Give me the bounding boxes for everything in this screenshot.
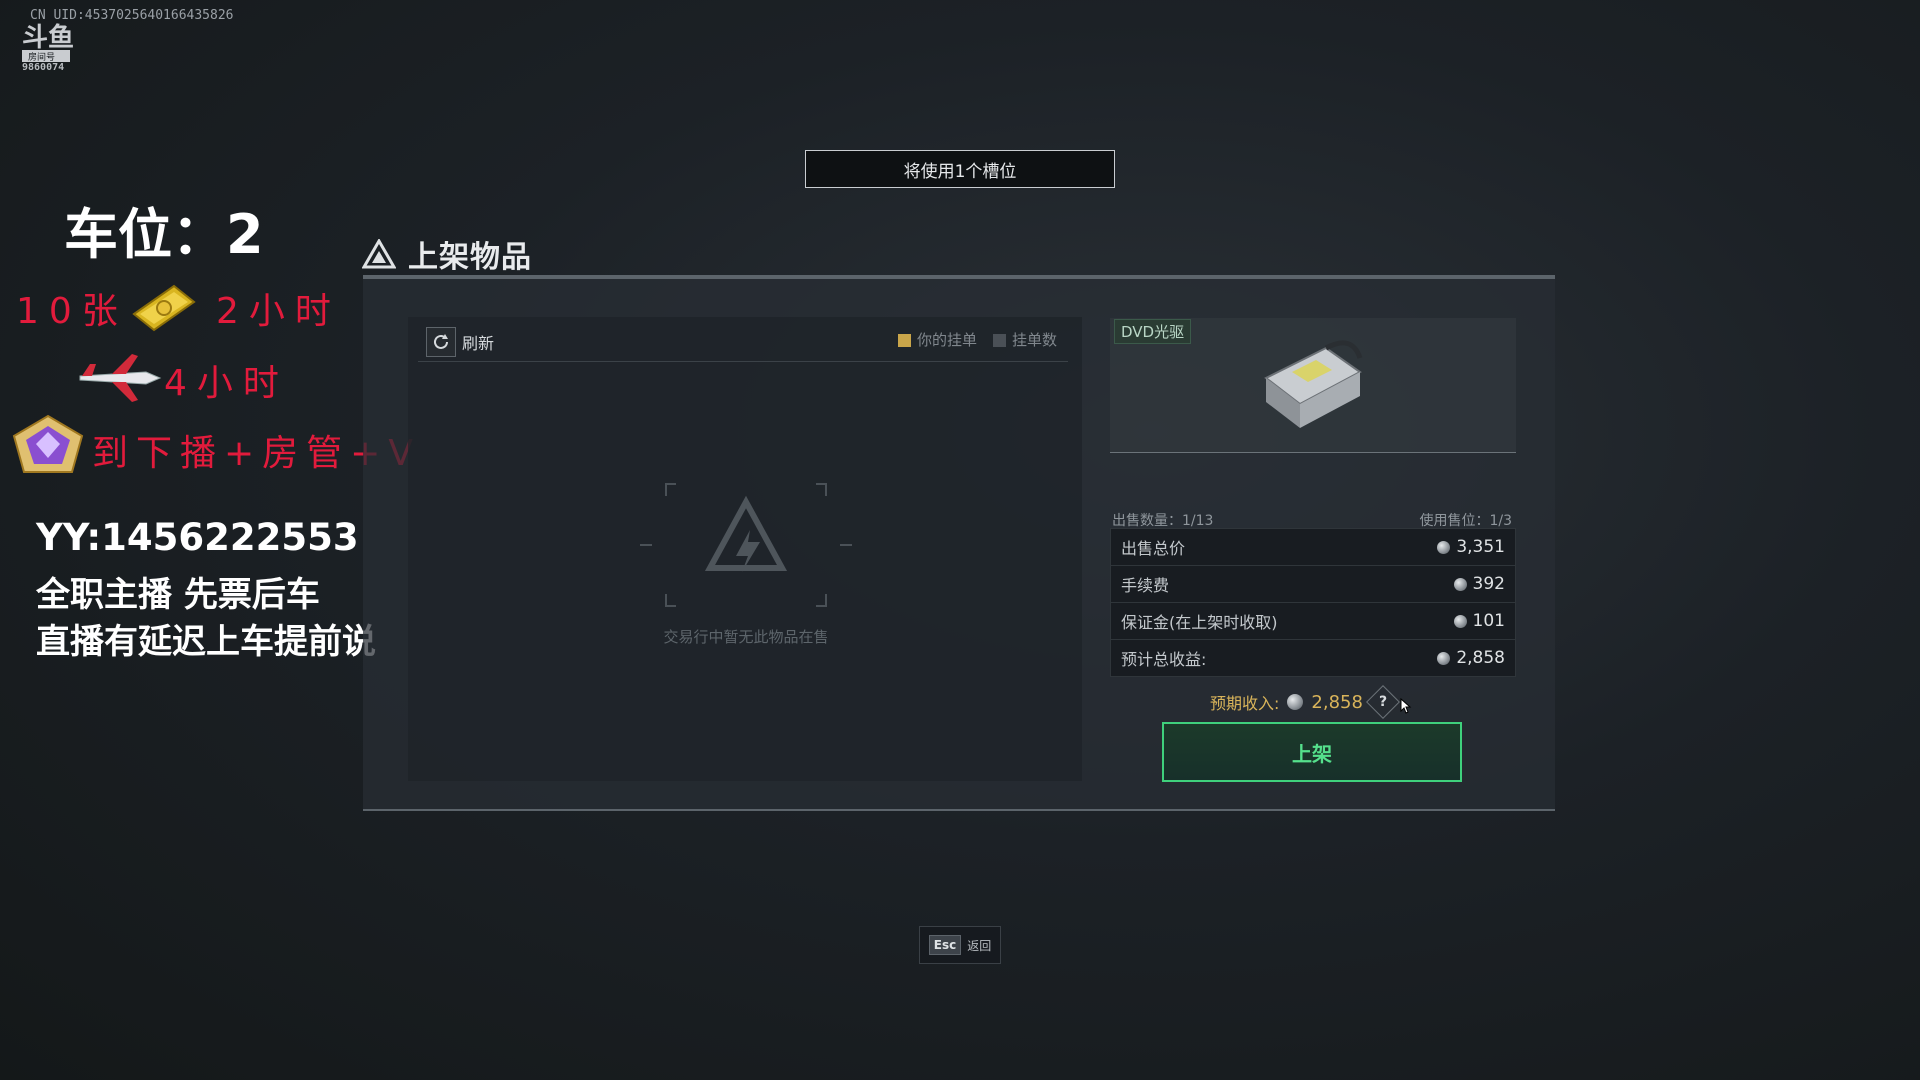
coin-icon: [1437, 540, 1451, 554]
gold-ticket-icon: [132, 284, 196, 332]
fee-value: 3,351: [1437, 537, 1505, 557]
coin-icon: [1437, 651, 1451, 665]
fee-label: 保证金(在上架时收取): [1121, 613, 1278, 632]
fee-value: 392: [1453, 574, 1505, 594]
help-icon[interactable]: ?: [1365, 685, 1400, 719]
fee-value: 2,858: [1437, 648, 1505, 668]
diamond-badge-icon: [12, 414, 84, 473]
fee-label: 出售总价: [1121, 539, 1186, 558]
overlay-line2: 4小时: [164, 363, 289, 404]
overlay-line1-duration: 2小时: [216, 291, 341, 332]
jet-plane-icon: [79, 354, 162, 402]
coin-icon: [1453, 577, 1467, 591]
fee-label: 预计总收益:: [1121, 650, 1207, 669]
item-name-tag: DVD光驱: [1114, 319, 1192, 344]
coin-icon: [1453, 614, 1467, 628]
sell-quantity: 出售数量：1/13: [1112, 513, 1214, 529]
panel-title: 上架物品: [408, 240, 532, 275]
mouse-cursor-icon: [1400, 698, 1412, 714]
fee-label: 手续费: [1121, 576, 1170, 595]
refresh-row: 刷新: [426, 327, 494, 357]
refresh-label[interactable]: 刷新: [462, 330, 494, 354]
divider: [418, 361, 1068, 362]
fee-amount: 3,351: [1456, 537, 1505, 557]
empty-state-icon: [640, 483, 852, 607]
overlay-line1-count: 10张: [16, 291, 128, 332]
fee-row-total-price: 出售总价 3,351: [1111, 529, 1515, 566]
esc-back-hint[interactable]: Esc 返回: [919, 926, 1001, 964]
svg-text:斗鱼: 斗鱼: [22, 23, 74, 53]
legend-count: 挂单数: [993, 329, 1057, 350]
fee-row-deposit: 保证金(在上架时收取) 101: [1111, 603, 1515, 640]
fee-row-handling: 手续费 392: [1111, 566, 1515, 603]
room-number: 9860074: [22, 62, 65, 73]
overlay-delay-notice: 直播有延迟上车提前说: [36, 622, 376, 662]
expected-income: 预期收入: 2,858 ?: [1210, 685, 1400, 719]
fee-amount: 101: [1472, 611, 1505, 631]
dvd-drive-icon: [1264, 340, 1363, 428]
triangle-logo-icon: [362, 239, 396, 269]
fee-row-total-income: 预计总收益: 2,858: [1111, 640, 1515, 676]
refresh-button[interactable]: [426, 327, 456, 357]
legend-count-label: 挂单数: [1012, 331, 1058, 349]
slot-usage-notice: 将使用1个槽位: [805, 150, 1115, 188]
overlay-fulltime: 全职主播 先票后车: [36, 575, 320, 615]
coin-icon: [1287, 694, 1304, 710]
esc-key: Esc: [928, 935, 962, 955]
fee-amount: 392: [1472, 574, 1505, 594]
panel-header: 上架物品: [362, 232, 532, 276]
legend-count-swatch: [993, 334, 1007, 347]
fee-value: 101: [1453, 611, 1505, 631]
overlay-yy-id: YY:1456222553: [36, 516, 359, 559]
slots-used: 使用售位：1/3: [1419, 513, 1512, 529]
legend-yours-label: 你的挂单: [917, 331, 978, 349]
fee-table: 出售总价 3,351 手续费 392 保证金(在上架时收取) 101 预计总收益…: [1110, 528, 1516, 677]
empty-state-text: 交易行中暂无此物品在售: [663, 628, 829, 646]
listing-stats: 出售数量：1/13 使用售位：1/3: [1112, 510, 1512, 530]
legend-yours: 你的挂单: [898, 329, 977, 350]
refresh-icon: [434, 334, 448, 349]
fee-amount: 2,858: [1456, 648, 1505, 668]
expected-income-value: 2,858: [1311, 691, 1363, 713]
expected-income-label: 预期收入:: [1210, 694, 1280, 713]
back-label: 返回: [967, 938, 992, 953]
listing-legend: 你的挂单 挂单数: [898, 329, 1057, 350]
list-item-button[interactable]: 上架: [1162, 722, 1462, 782]
legend-yours-swatch: [898, 334, 911, 347]
overlay-title: 车位：2: [64, 203, 264, 266]
